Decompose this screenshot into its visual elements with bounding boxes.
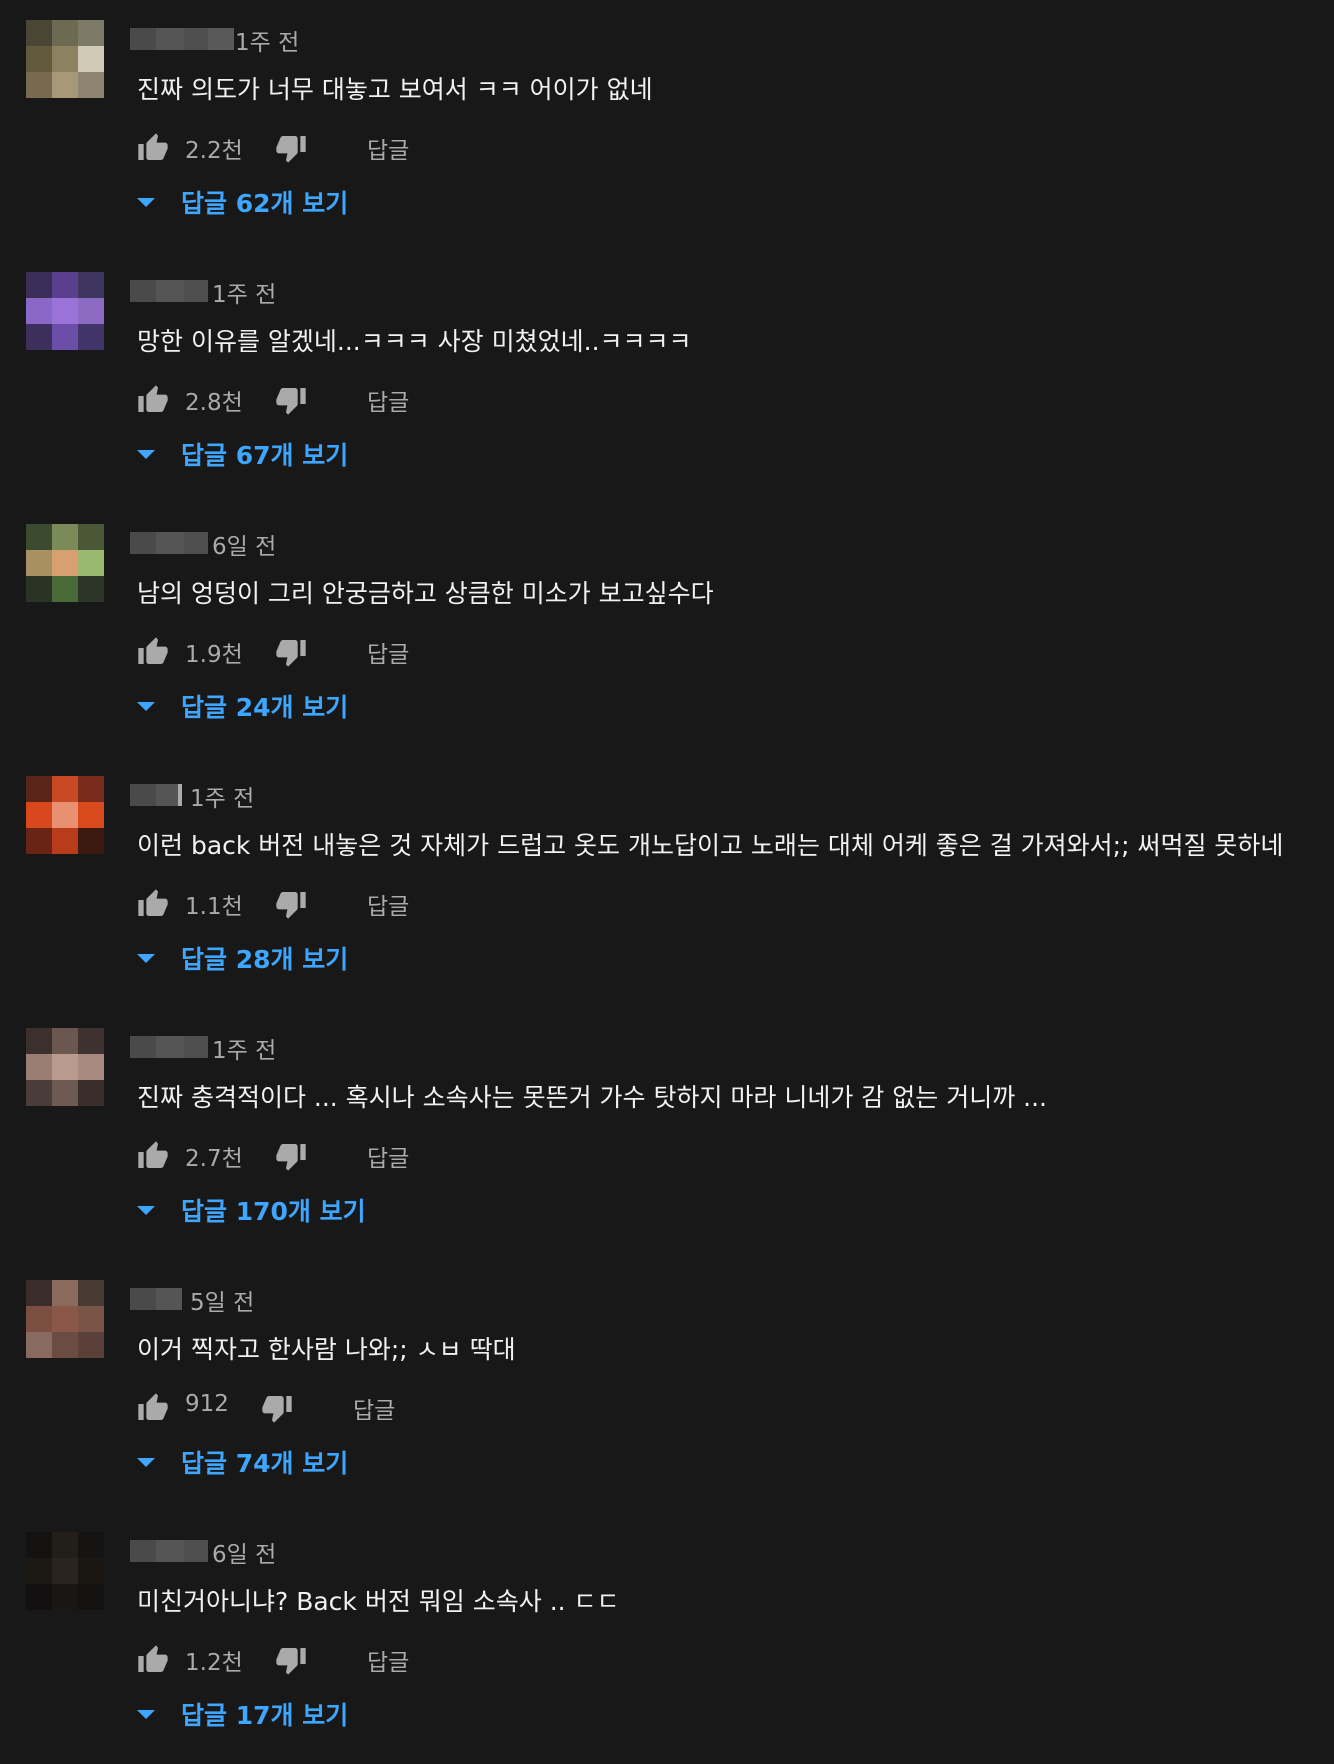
view-replies-label: 답글 24개 보기 — [181, 693, 349, 722]
view-replies-button[interactable]: 답글 67개 보기 — [137, 436, 348, 472]
comment-timestamp[interactable]: 1주 전 — [212, 1031, 276, 1065]
reply-button[interactable]: 답글 — [367, 131, 409, 165]
comment-text: 진짜 의도가 너무 대놓고 보여서 ㅋㅋ 어이가 없네 — [137, 75, 653, 104]
view-replies-label: 답글 62개 보기 — [181, 189, 349, 218]
thumbs-up-icon[interactable] — [137, 888, 169, 920]
thumbs-down-icon[interactable] — [275, 1140, 307, 1172]
thumbs-up-icon[interactable] — [137, 132, 169, 164]
author-name-blurred[interactable] — [130, 532, 208, 554]
avatar[interactable] — [26, 272, 104, 350]
comment-timestamp[interactable]: 6일 전 — [212, 1535, 276, 1569]
avatar[interactable] — [26, 1028, 104, 1106]
reply-button[interactable]: 답글 — [367, 887, 409, 921]
author-name-blurred[interactable] — [130, 28, 234, 50]
thumbs-up-icon[interactable] — [137, 1392, 169, 1424]
comment-text: 남의 엉덩이 그리 안궁금하고 상큼한 미소가 보고싶수다 — [137, 579, 714, 608]
view-replies-button[interactable]: 답글 28개 보기 — [137, 940, 348, 976]
author-name-blurred[interactable] — [130, 1036, 208, 1058]
caret-down-icon — [137, 1458, 155, 1467]
view-replies-label: 답글 74개 보기 — [181, 1449, 349, 1478]
view-replies-button[interactable]: 답글 170개 보기 — [137, 1192, 366, 1228]
reply-button[interactable]: 답글 — [367, 1139, 409, 1173]
comment-thread: 1주 전 진짜 의도가 너무 대놓고 보여서 ㅋㅋ 어이가 없네 2.2천 답글… — [0, 0, 1334, 252]
like-count: 2.7천 — [185, 1146, 243, 1172]
view-replies-button[interactable]: 답글 62개 보기 — [137, 184, 348, 220]
comment-timestamp[interactable]: 1주 전 — [190, 779, 254, 813]
thumbs-down-icon[interactable] — [275, 888, 307, 920]
comment-timestamp[interactable]: 6일 전 — [212, 527, 276, 561]
comment-text: 이런 back 버전 내놓은 것 자체가 드럽고 옷도 개노답이고 노래는 대체… — [137, 831, 1284, 860]
caret-down-icon — [137, 702, 155, 711]
view-replies-button[interactable]: 답글 74개 보기 — [137, 1444, 348, 1480]
author-name-blurred[interactable] — [130, 280, 208, 302]
thumbs-down-icon[interactable] — [275, 384, 307, 416]
comment-thread: 1주 전 진짜 충격적이다 ... 혹시나 소속사는 못뜬거 가수 탓하지 마라… — [0, 1008, 1334, 1260]
author-name-blurred[interactable] — [130, 784, 182, 806]
like-count: 1.1천 — [185, 894, 243, 920]
thumbs-down-icon[interactable] — [261, 1392, 293, 1424]
avatar[interactable] — [26, 524, 104, 602]
comment-text: 진짜 충격적이다 ... 혹시나 소속사는 못뜬거 가수 탓하지 마라 니네가 … — [137, 1083, 1047, 1112]
reply-button[interactable]: 답글 — [367, 635, 409, 669]
reply-button[interactable]: 답글 — [367, 383, 409, 417]
view-replies-button[interactable]: 답글 24개 보기 — [137, 688, 348, 724]
caret-down-icon — [137, 1710, 155, 1719]
comment-text: 이거 찍자고 한사람 나와;; ㅅㅂ 딱대 — [137, 1335, 516, 1364]
reply-button[interactable]: 답글 — [367, 1643, 409, 1677]
thumbs-up-icon[interactable] — [137, 384, 169, 416]
comment-thread: 1주 전 망한 이유를 알겠네...ㅋㅋㅋ 사장 미쳤었네..ㅋㅋㅋㅋ 2.8천… — [0, 252, 1334, 504]
thumbs-down-icon[interactable] — [275, 636, 307, 668]
comment-thread: 1주 전 이런 back 버전 내놓은 것 자체가 드럽고 옷도 개노답이고 노… — [0, 756, 1334, 1008]
view-replies-label: 답글 28개 보기 — [181, 945, 349, 974]
author-name-blurred[interactable] — [130, 1288, 182, 1310]
view-replies-label: 답글 170개 보기 — [181, 1197, 366, 1226]
comment-timestamp[interactable]: 1주 전 — [235, 23, 299, 57]
avatar[interactable] — [26, 776, 104, 854]
caret-down-icon — [137, 450, 155, 459]
caret-down-icon — [137, 198, 155, 207]
like-count: 912 — [185, 1391, 229, 1417]
comment-thread: 5일 전 이거 찍자고 한사람 나와;; ㅅㅂ 딱대 912 답글 답글 74개… — [0, 1260, 1334, 1512]
comment-thread: 6일 전 남의 엉덩이 그리 안궁금하고 상큼한 미소가 보고싶수다 1.9천 … — [0, 504, 1334, 756]
thumbs-up-icon[interactable] — [137, 1140, 169, 1172]
comment-thread: 6일 전 미친거아니냐? Back 버전 뭐임 소속사 .. ㄷㄷ 1.2천 답… — [0, 1512, 1334, 1764]
like-count: 1.9천 — [185, 642, 243, 668]
reply-button[interactable]: 답글 — [353, 1391, 395, 1425]
comment-timestamp[interactable]: 1주 전 — [212, 275, 276, 309]
thumbs-up-icon[interactable] — [137, 636, 169, 668]
view-replies-label: 답글 17개 보기 — [181, 1701, 349, 1730]
thumbs-down-icon[interactable] — [275, 1644, 307, 1676]
avatar[interactable] — [26, 1532, 104, 1610]
thumbs-down-icon[interactable] — [275, 132, 307, 164]
like-count: 1.2천 — [185, 1650, 243, 1676]
thumbs-up-icon[interactable] — [137, 1644, 169, 1676]
author-name-blurred[interactable] — [130, 1540, 208, 1562]
avatar[interactable] — [26, 20, 104, 98]
caret-down-icon — [137, 1206, 155, 1215]
like-count: 2.2천 — [185, 138, 243, 164]
view-replies-button[interactable]: 답글 17개 보기 — [137, 1696, 348, 1732]
like-count: 2.8천 — [185, 390, 243, 416]
comment-text: 망한 이유를 알겠네...ㅋㅋㅋ 사장 미쳤었네..ㅋㅋㅋㅋ — [137, 327, 692, 356]
comment-timestamp[interactable]: 5일 전 — [190, 1283, 254, 1317]
caret-down-icon — [137, 954, 155, 963]
view-replies-label: 답글 67개 보기 — [181, 441, 349, 470]
comment-text: 미친거아니냐? Back 버전 뭐임 소속사 .. ㄷㄷ — [137, 1587, 620, 1616]
avatar[interactable] — [26, 1280, 104, 1358]
